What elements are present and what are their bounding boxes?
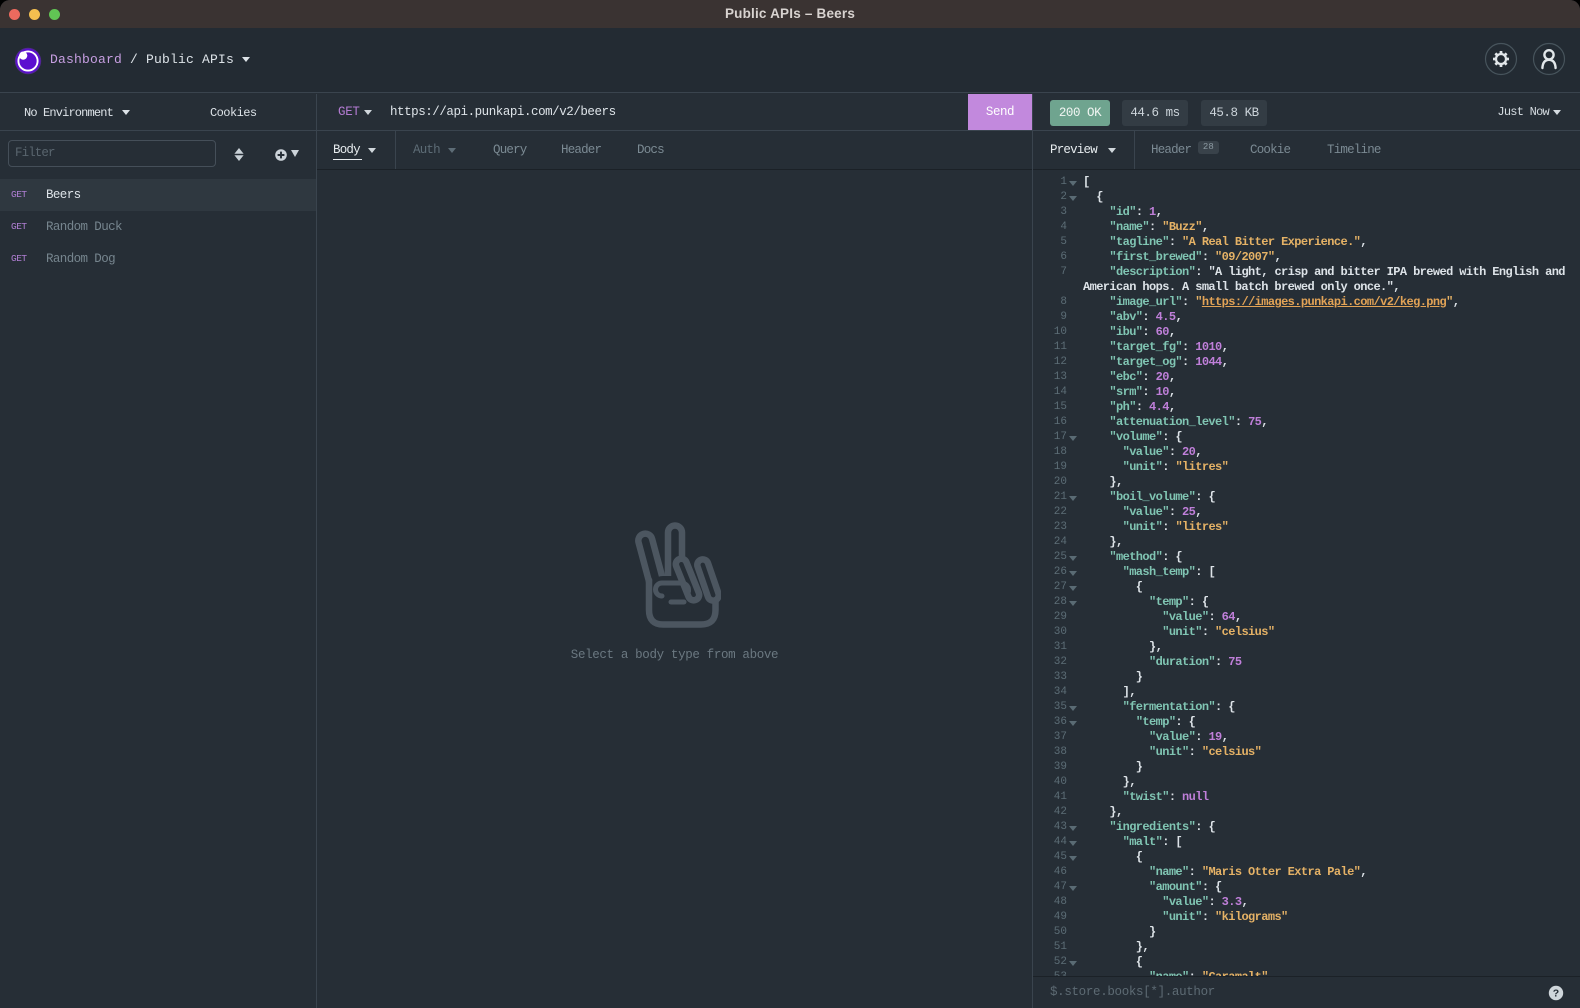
svg-text:?: ? bbox=[1553, 988, 1559, 1000]
